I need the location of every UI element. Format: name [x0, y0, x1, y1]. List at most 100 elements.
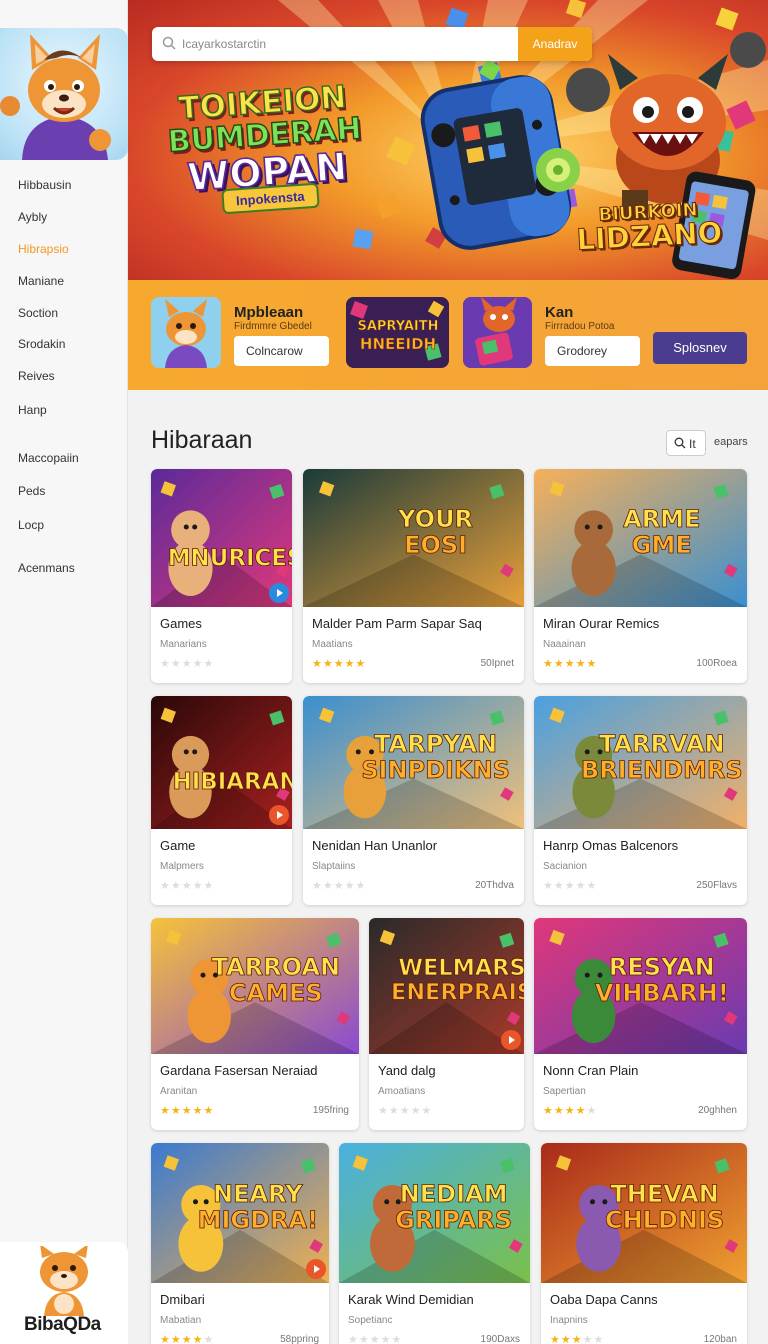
- game-card-title: Gardana Fasersan Neraiad: [160, 1063, 318, 1078]
- game-card-art-text: BRIENDMRS: [581, 756, 743, 784]
- game-card-thumbnail[interactable]: MNURICES: [151, 469, 292, 607]
- star-icon: ★: [181, 1334, 193, 1344]
- game-card-thumbnail[interactable]: HIBIARAN: [151, 696, 292, 829]
- game-card[interactable]: WELMARS ENERPRAIS Yand dalg Amoatians ★★★★★: [369, 918, 524, 1130]
- game-card-art-text: VIHBARH!: [595, 979, 729, 1007]
- game-card-art-text: CHLDNIS: [605, 1206, 724, 1234]
- game-card-art-text: THEVAN: [610, 1180, 718, 1208]
- promo-right-subtitle: Firrradou Potoa: [545, 321, 615, 332]
- game-card-thumbnail[interactable]: TARRVAN BRIENDMRS: [534, 696, 747, 829]
- game-card[interactable]: TARRVAN BRIENDMRS Hanrp Omas Balcenors Saci…: [534, 696, 747, 905]
- star-icon: ★: [553, 658, 565, 670]
- game-card-subtitle: Naaainan: [543, 639, 586, 650]
- game-card-thumbnail[interactable]: THEVAN CHLDNIS: [541, 1143, 747, 1283]
- hero-search-bar[interactable]: Icayarkostarctin Anadrav: [152, 27, 592, 61]
- hero-search-button[interactable]: Anadrav: [518, 27, 592, 61]
- sidebar-item-hibbausin[interactable]: Hibbausin: [18, 178, 71, 192]
- sidebar-item-peds[interactable]: Peds: [18, 484, 45, 498]
- game-card-rating: ★★★★★: [550, 1333, 604, 1344]
- game-card[interactable]: RESYAN VIHBARH! Nonn Cran Plain Sapertian ★★…: [534, 918, 747, 1130]
- game-card-thumbnail[interactable]: ARME GME: [534, 469, 747, 607]
- game-card[interactable]: NEARY MIGDRA! Dmibari Mabatian ★★★★★ 58ppring: [151, 1143, 329, 1344]
- promo-action-button[interactable]: Splosnev: [653, 332, 747, 364]
- promo-art-line-1: SAPRYAITH: [357, 319, 438, 334]
- search-icon: [162, 36, 176, 50]
- star-icon: ★: [344, 880, 356, 892]
- game-card-count: 250Flavs: [696, 880, 737, 891]
- sidebar-item-maccopaiin[interactable]: Maccopaiin: [18, 451, 79, 465]
- promo-thumb-game-art[interactable]: SAPRYAITH HNEEIDH: [346, 297, 449, 368]
- star-icon: ★: [564, 658, 576, 670]
- game-card-subtitle: Aranitan: [160, 1086, 198, 1097]
- sidebar-item-soction[interactable]: Soction: [18, 306, 58, 320]
- game-card-rating: ★★★★★: [312, 879, 366, 892]
- game-card-art-text: NEARY: [213, 1180, 303, 1208]
- promo-thumb-mascot[interactable]: [151, 297, 221, 368]
- game-card-thumbnail[interactable]: TARPYAN SINPDIKNS: [303, 696, 524, 829]
- star-icon: ★: [399, 1105, 411, 1117]
- section-search-button[interactable]: It: [666, 430, 706, 456]
- game-card-thumbnail[interactable]: NEDIAM GRIPARS: [339, 1143, 530, 1283]
- star-icon: ★: [575, 880, 587, 892]
- star-icon: ★: [312, 880, 323, 892]
- promo-right-input[interactable]: Grodorey: [545, 336, 640, 366]
- game-card-art-text: MIGDRA!: [198, 1206, 318, 1234]
- game-card-title: Games: [160, 616, 202, 631]
- game-card[interactable]: THEVAN CHLDNIS Oaba Dapa Canns Inapnins ★★★★…: [541, 1143, 747, 1344]
- promo-left-input[interactable]: Colncarow: [234, 336, 329, 366]
- game-card-title: Game: [160, 838, 196, 853]
- sidebar-item-locp[interactable]: Locp: [18, 518, 44, 532]
- hero-banner[interactable]: Icayarkostarctin Anadrav TOIKEION BUMDER…: [128, 0, 768, 280]
- promo-thumb-character[interactable]: [463, 297, 532, 368]
- game-card-art-text: TARROAN: [212, 953, 340, 981]
- star-icon: ★: [333, 658, 345, 670]
- game-card[interactable]: HIBIARAN Game Malpmers ★★★★★: [151, 696, 292, 905]
- game-card-thumbnail[interactable]: RESYAN VIHBARH!: [534, 918, 747, 1054]
- play-badge-icon[interactable]: [306, 1259, 326, 1279]
- promo-right-title: Kan: [545, 304, 574, 321]
- star-icon: ★: [564, 880, 576, 892]
- hero-side-title: BIURKOIN LIDZANO: [575, 199, 723, 257]
- sidebar-item-srodakin[interactable]: Srodakin: [18, 337, 65, 351]
- game-card-thumbnail[interactable]: YOUR EOSI: [303, 469, 524, 607]
- game-card[interactable]: NEDIAM GRIPARS Karak Wind Demidian Sopetian…: [339, 1143, 530, 1344]
- star-icon: ★: [586, 880, 598, 892]
- sidebar-item-reives[interactable]: Reives: [18, 369, 55, 383]
- play-badge-icon[interactable]: [501, 1030, 521, 1050]
- game-card[interactable]: YOUR EOSI Malder Pam Parm Sapar Saq Maatian…: [303, 469, 524, 683]
- game-card[interactable]: MNURICES Games Manarians ★★★★★: [151, 469, 292, 683]
- game-card[interactable]: TARROAN CAMES Gardana Fasersan Neraiad Aran…: [151, 918, 359, 1130]
- star-icon: ★: [410, 1105, 422, 1117]
- sidebar-item-maniane[interactable]: Maniane: [18, 274, 64, 288]
- game-card-subtitle: Sacianion: [543, 861, 587, 872]
- game-card-rating: ★★★★★: [160, 1333, 214, 1344]
- section-view-link[interactable]: eapars: [714, 436, 748, 448]
- game-card-art-text: ARME: [623, 505, 700, 533]
- star-icon: ★: [160, 1105, 171, 1117]
- game-card-thumbnail[interactable]: TARROAN CAMES: [151, 918, 359, 1054]
- sidebar-item-hanp[interactable]: Hanp: [18, 403, 47, 417]
- game-card-art-text: TARPYAN: [374, 730, 497, 758]
- game-card-rating: ★★★★★: [543, 1104, 597, 1117]
- sidebar-item-aybly[interactable]: Aybly: [18, 210, 47, 224]
- play-badge-icon[interactable]: [269, 583, 289, 603]
- game-card-art-text: ENERPRAIS: [391, 980, 524, 1006]
- star-icon: ★: [582, 1334, 594, 1344]
- game-card[interactable]: TARPYAN SINPDIKNS Nenidan Han Unanlor Slapt…: [303, 696, 524, 905]
- sidebar-item-hibrapsio[interactable]: Hibrapsio: [18, 242, 69, 256]
- game-card[interactable]: ARME GME Miran Ourar Remics Naaainan ★★★★★ 10…: [534, 469, 747, 683]
- game-card-subtitle: Maatians: [312, 639, 353, 650]
- game-card-title: Oaba Dapa Canns: [550, 1292, 658, 1307]
- game-card-thumbnail[interactable]: NEARY MIGDRA!: [151, 1143, 329, 1283]
- star-icon: ★: [560, 1334, 572, 1344]
- star-icon: ★: [333, 880, 345, 892]
- play-badge-icon[interactable]: [269, 805, 289, 825]
- game-card-thumbnail[interactable]: WELMARS ENERPRAIS: [369, 918, 524, 1054]
- game-card-art-text: YOUR: [397, 505, 473, 533]
- game-card-art-text: CAMES: [229, 979, 323, 1007]
- game-card-rating: ★★★★★: [312, 657, 366, 670]
- hero-search-input[interactable]: Icayarkostarctin: [182, 37, 266, 51]
- sidebar-item-acenmans[interactable]: Acenmans: [18, 561, 75, 575]
- game-card-title: Malder Pam Parm Sapar Saq: [312, 616, 482, 631]
- brand-logo[interactable]: BibaQDa: [0, 1242, 128, 1344]
